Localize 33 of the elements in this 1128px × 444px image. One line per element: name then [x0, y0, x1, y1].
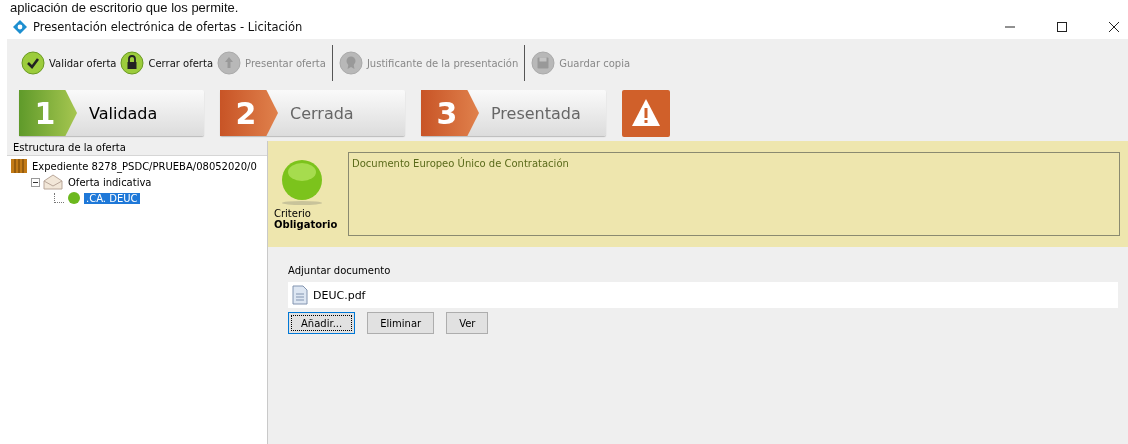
app-logo-icon	[13, 20, 27, 34]
caption-text: aplicación de escritorio que los permite.	[9, 0, 240, 15]
action-button[interactable]: Ver	[446, 312, 489, 334]
status-ball-icon	[280, 158, 324, 206]
tree-item[interactable]: Oferta indicativa	[66, 176, 154, 188]
status-dot-icon	[67, 191, 81, 205]
criterion-type: Obligatorio	[274, 219, 338, 230]
warning-icon	[622, 89, 670, 137]
progress-step: 1 Validada	[19, 90, 204, 136]
binder-icon	[11, 158, 27, 174]
document-icon	[292, 285, 308, 305]
checkmark-icon	[21, 51, 45, 75]
attach-label: Adjuntar documento	[288, 265, 392, 276]
progress-step: 2 Cerrada	[220, 90, 405, 136]
file-name[interactable]: DEUC.pdf	[313, 288, 366, 302]
toolbar-button[interactable]: Validar oferta	[21, 51, 121, 75]
description-field: Documento Europeo Único de Contratación	[348, 152, 1120, 236]
tree-item[interactable]: .CA. DEUC	[84, 192, 140, 204]
window-title: Presentación electrónica de ofertas - Licitación	[33, 20, 303, 34]
criterion-label: Criterio	[274, 208, 311, 219]
progress-step: 3 Presentada	[421, 90, 606, 136]
collapse-toggle-icon[interactable]	[31, 177, 40, 187]
action-button[interactable]: Añadir...	[288, 312, 356, 334]
close-icon[interactable]	[1108, 21, 1120, 33]
tree-item[interactable]: Expediente 8278_PSDC/PRUEBA/08052020/0	[30, 160, 259, 172]
medal-icon	[338, 51, 363, 75]
tree-connector-icon	[54, 193, 64, 203]
toolbar-button[interactable]: Cerrar oferta	[120, 51, 218, 75]
padlock-icon	[120, 51, 145, 75]
floppy-disk-icon	[531, 51, 556, 75]
envelope-icon	[43, 174, 63, 190]
maximize-icon[interactable]	[1056, 21, 1068, 33]
action-button[interactable]: Eliminar	[367, 312, 435, 334]
